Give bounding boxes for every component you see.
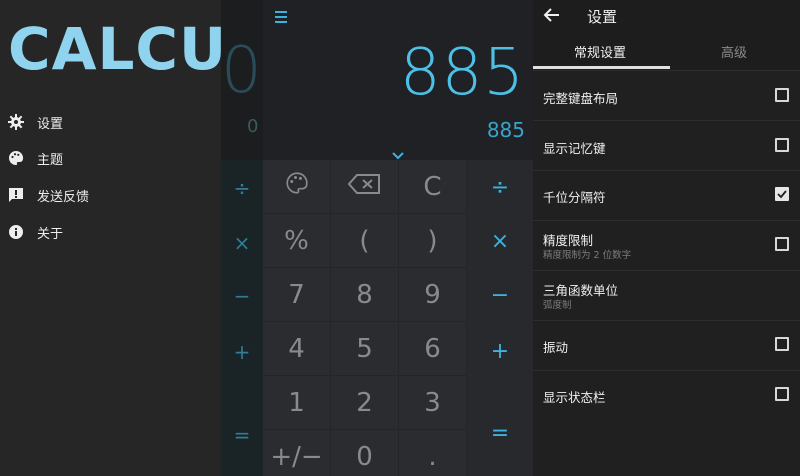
plus-op: + (233, 340, 251, 364)
key-close-paren[interactable]: ) (399, 214, 467, 268)
setting-thousands-separator[interactable]: 千位分隔符 (533, 170, 800, 220)
key-9[interactable]: 9 (399, 268, 467, 322)
settings-title: 设置 (587, 8, 618, 26)
background-display: 0 (221, 34, 262, 108)
key-0[interactable]: 0 (331, 430, 399, 476)
nav-item-about[interactable]: 关于 (0, 214, 221, 250)
checkmark-icon (777, 190, 787, 199)
key-5[interactable]: 5 (331, 322, 399, 376)
nav-item-settings[interactable]: 设置 (0, 104, 221, 140)
operator-column: ÷ × − + = (467, 160, 533, 476)
settings-panel: 设置 常规设置 高级 完整键盘布局 显示记忆键 千位分隔符 精度限制 精度限制为… (533, 0, 800, 476)
setting-precision-limit[interactable]: 精度限制 精度限制为 2 位数字 (533, 220, 800, 270)
setting-subtitle: 精度限制为 2 位数字 (543, 250, 632, 261)
calculator-view: 0 0 885 885 ÷ × − + = C % ( ) 7 8 9 4 5 … (221, 0, 533, 476)
navigation-drawer: CALCU 设置 主题 发送反馈 关于 (0, 0, 226, 476)
palette-icon (7, 149, 25, 167)
checkbox[interactable] (775, 237, 789, 251)
key-open-paren[interactable]: ( (331, 214, 399, 268)
setting-title: 振动 (543, 340, 569, 355)
setting-title: 完整键盘布局 (543, 91, 619, 106)
setting-full-keyboard[interactable]: 完整键盘布局 (533, 70, 800, 120)
active-tab-indicator (533, 66, 670, 69)
settings-header: 设置 常规设置 高级 (533, 0, 800, 70)
calculator-display: 885 (399, 36, 525, 110)
info-icon (7, 223, 25, 241)
setting-title: 显示记忆键 (543, 141, 606, 156)
checkbox[interactable] (775, 138, 789, 152)
key-plus-minus[interactable]: +/− (263, 430, 331, 476)
checkbox[interactable] (775, 387, 789, 401)
key-8[interactable]: 8 (331, 268, 399, 322)
backspace-key[interactable] (331, 160, 399, 214)
key-decimal[interactable]: . (399, 430, 467, 476)
nav-item-label: 关于 (37, 226, 64, 242)
minus-button[interactable]: − (467, 268, 533, 322)
app-logo: CALCU (8, 15, 228, 83)
setting-trig-unit[interactable]: 三角函数单位 弧度制 (533, 270, 800, 320)
multiply-button[interactable]: × (467, 214, 533, 268)
checkbox[interactable] (775, 337, 789, 351)
nav-item-label: 主题 (37, 152, 64, 168)
equals-op: = (233, 423, 251, 447)
menu-icon[interactable] (273, 9, 291, 23)
key-percent[interactable]: % (263, 214, 331, 268)
plus-button[interactable]: + (467, 324, 533, 378)
checkbox[interactable] (775, 88, 789, 102)
gear-icon (7, 113, 25, 131)
key-1[interactable]: 1 (263, 376, 331, 430)
theme-key[interactable] (263, 160, 331, 214)
tab-advanced[interactable]: 高级 (667, 42, 800, 61)
key-6[interactable]: 6 (399, 322, 467, 376)
clear-key[interactable]: C (399, 160, 467, 214)
divide-button[interactable]: ÷ (467, 160, 533, 214)
nav-item-feedback[interactable]: 发送反馈 (0, 177, 221, 213)
background-result: 0 (247, 116, 259, 137)
setting-subtitle: 弧度制 (543, 300, 572, 311)
setting-title: 显示状态栏 (543, 390, 606, 405)
calculator-result: 885 (486, 118, 525, 142)
checkbox-checked[interactable] (775, 187, 789, 201)
palette-icon (284, 171, 310, 202)
setting-vibration[interactable]: 振动 (533, 320, 800, 370)
back-arrow-icon[interactable] (543, 7, 561, 23)
key-7[interactable]: 7 (263, 268, 331, 322)
key-4[interactable]: 4 (263, 322, 331, 376)
key-2[interactable]: 2 (331, 376, 399, 430)
tab-general[interactable]: 常规设置 (533, 42, 667, 61)
minus-op: − (233, 284, 251, 308)
backspace-icon (347, 172, 382, 202)
multiply-op: × (233, 231, 251, 255)
equals-button[interactable]: = (467, 406, 533, 460)
setting-status-bar[interactable]: 显示状态栏 (533, 370, 800, 420)
background-operator-column: ÷ × − + = (221, 160, 263, 476)
nav-item-label: 发送反馈 (37, 189, 90, 205)
setting-memory-keys[interactable]: 显示记忆键 (533, 120, 800, 170)
nav-item-label: 设置 (37, 116, 64, 132)
nav-item-theme[interactable]: 主题 (0, 140, 221, 176)
chevron-down-icon[interactable] (392, 145, 404, 160)
feedback-icon (7, 186, 25, 204)
setting-title: 千位分隔符 (543, 190, 606, 205)
key-3[interactable]: 3 (399, 376, 467, 430)
divide-op: ÷ (233, 176, 251, 200)
keypad: C % ( ) 7 8 9 4 5 6 1 2 3 +/− 0 . (263, 160, 467, 476)
